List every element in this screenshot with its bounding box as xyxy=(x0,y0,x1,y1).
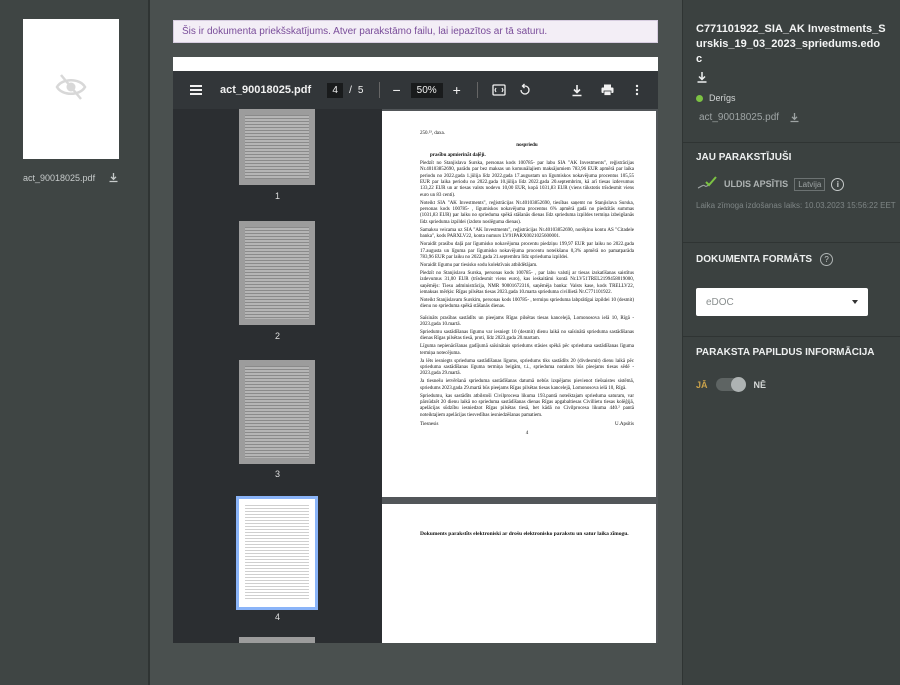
page-paragraph: Noraidīt līgumu par tiesisko sodu kolekt… xyxy=(420,262,538,268)
pdf-title: act_90018025.pdf xyxy=(220,84,312,96)
toolbar-divider xyxy=(379,82,381,98)
pdf-page-4: 250.²³, daxa. nospriedu prasību apmierin… xyxy=(382,111,656,497)
toggle-no-label[interactable]: NĒ xyxy=(754,380,767,390)
menu-icon[interactable] xyxy=(190,85,202,95)
pdf-viewer: act_90018025.pdf 4 / 5 − 50% + 1 2 3 4 2… xyxy=(173,57,658,643)
extra-info-toggle[interactable] xyxy=(715,377,746,392)
page-paragraph: Līguma nepienācīšanas gadījumā saīsināta… xyxy=(420,344,634,356)
format-select-value: eDOC xyxy=(706,296,734,308)
section-heading: JAU PARAKSTĪJUŠI xyxy=(696,152,792,163)
file-preview-thumbnail[interactable] xyxy=(23,19,119,159)
signer-row: ULDIS APSĪTIS Latvija i xyxy=(696,175,845,193)
signature-check-icon xyxy=(696,175,718,193)
page-paragraph: Ja tiesnešu ietvēršanā sprieduma sastādī… xyxy=(420,379,634,391)
section-heading: PARAKSTA PAPILDUS INFORMĀCIJA xyxy=(696,347,875,358)
page-thumbnail[interactable] xyxy=(239,637,315,643)
page-paragraph: Saīsināts prasības sastādīts un pieejams… xyxy=(420,315,634,328)
zoom-out-button[interactable]: − xyxy=(392,82,400,98)
info-icon[interactable]: i xyxy=(831,177,845,191)
page-thumbnail[interactable] xyxy=(239,221,315,325)
signature-statement: Dokuments parakstīts elektroniski ar dro… xyxy=(420,531,629,537)
toolbar-divider xyxy=(476,82,478,98)
section-heading-label: DOKUMENTA FORMĀTS xyxy=(696,254,813,265)
status-dot xyxy=(696,94,703,102)
download-icon[interactable] xyxy=(570,83,584,97)
zoom-in-button[interactable]: + xyxy=(453,82,461,98)
thumbnail-label: 4 xyxy=(274,612,280,622)
page-thumbnail-active[interactable] xyxy=(236,496,318,610)
thumbnail-label: 3 xyxy=(274,469,280,479)
section-heading: DOKUMENTA FORMĀTS ? xyxy=(683,253,900,266)
page-indicator: 4 / 5 xyxy=(327,82,364,98)
toolbar-actions xyxy=(570,83,644,97)
contained-file-name[interactable]: act_90018025.pdf xyxy=(699,112,779,123)
page-thumbnail[interactable] xyxy=(239,360,315,464)
pdf-toolbar: act_90018025.pdf 4 / 5 − 50% + xyxy=(173,71,658,109)
signer-country-badge: Latvija xyxy=(794,177,826,191)
page-heading: nospriedu xyxy=(516,143,538,149)
format-section: DOKUMENTA FORMĀTS ? xyxy=(683,242,900,266)
page-separator: / xyxy=(349,84,352,96)
format-select[interactable]: eDOC xyxy=(696,288,868,316)
more-vertical-icon[interactable] xyxy=(630,83,644,97)
signature-name: U.Apsītis xyxy=(614,422,634,428)
extra-info-toggle-row: JĀ NĒ xyxy=(696,377,767,392)
page-thumbnail[interactable] xyxy=(239,109,315,185)
download-icon[interactable] xyxy=(696,70,708,88)
timestamp-text: Laika zīmoga izdošanas laiks: 10.03.2023… xyxy=(696,201,896,210)
eye-off-icon xyxy=(54,73,88,106)
signature-line: Tiesnesis U.Apsītis xyxy=(420,422,634,428)
validity-status: Derīgs xyxy=(696,93,736,103)
signature-role: Tiesnesis xyxy=(420,422,439,428)
download-icon[interactable] xyxy=(108,172,119,183)
file-list-column: act_90018025.pdf xyxy=(0,0,148,685)
page-paragraph: Ja lēts iesniegts sprieduma sastādīšanas… xyxy=(420,358,634,377)
contained-file-row: act_90018025.pdf xyxy=(699,112,800,123)
page-number-input[interactable]: 4 xyxy=(327,82,344,98)
page-paragraph: Spriedumu sastādīšanas līgumu var iesnie… xyxy=(420,329,634,342)
pdf-page-5: Dokuments parakstīts elektroniski ar dro… xyxy=(382,504,656,643)
print-icon[interactable] xyxy=(600,83,614,97)
rotate-icon[interactable] xyxy=(518,83,532,97)
thumbnail-label: 2 xyxy=(274,331,280,341)
page-paragraph: Spriedumu, kas sastādīts atbilstoši Civi… xyxy=(420,393,634,418)
file-name[interactable]: act_90018025.pdf xyxy=(23,173,95,183)
status-text: Derīgs xyxy=(709,93,736,103)
preview-area: Šis ir dokumenta priekšskatījums. Atver … xyxy=(150,0,682,685)
page-subheading: prasību apmierināt daļēji. xyxy=(430,152,486,158)
download-icon[interactable] xyxy=(789,112,800,123)
preview-notice: Šis ir dokumenta priekšskatījums. Atver … xyxy=(173,20,658,43)
file-name-row: act_90018025.pdf xyxy=(23,172,119,183)
signer-name: ULDIS APSĪTIS xyxy=(724,179,789,189)
toggle-yes-label[interactable]: JĀ xyxy=(696,380,708,390)
chevron-down-icon xyxy=(852,300,858,304)
fit-page-icon[interactable] xyxy=(492,83,506,97)
page-paragraph: Piedzīt no Stanjislava Surska, personas … xyxy=(420,270,634,295)
help-icon[interactable]: ? xyxy=(820,253,834,266)
page-paragraph: Noteikt SIA "AK Investments", reģistrāci… xyxy=(420,200,634,225)
page-text: 250.²³, daxa. xyxy=(420,131,445,136)
thumbnail-label: 1 xyxy=(274,191,280,201)
zoom-controls: − 50% + xyxy=(392,82,460,98)
extra-info-section: PARAKSTA PAPILDUS INFORMĀCIJA xyxy=(683,336,900,358)
toggle-knob xyxy=(730,377,746,392)
page-paragraph: Noraidīt prasību daļā par līgumisko noka… xyxy=(420,242,634,260)
total-pages: 5 xyxy=(357,84,364,96)
page-paragraph: Noteikt Stanjislavam Surskim, personas k… xyxy=(420,297,634,310)
page-paragraph: Samaksu veicama uz SIA "AK Investments",… xyxy=(420,227,634,240)
signed-section: JAU PARAKSTĪJUŠI xyxy=(683,142,900,163)
pdf-pages: 250.²³, daxa. nospriedu prasību apmierin… xyxy=(382,109,658,643)
page-paragraph: Piedzīt no Stanjislava Surska, personas … xyxy=(420,160,634,198)
page-number: 4 xyxy=(525,430,529,436)
thumbnails-sidebar: 1 2 3 4 xyxy=(173,109,382,643)
document-title: C771101922_SIA_AK Investments_Surskis_19… xyxy=(696,23,886,65)
document-info-panel: C771101922_SIA_AK Investments_Surskis_19… xyxy=(683,0,900,685)
zoom-input[interactable]: 50% xyxy=(410,82,443,98)
